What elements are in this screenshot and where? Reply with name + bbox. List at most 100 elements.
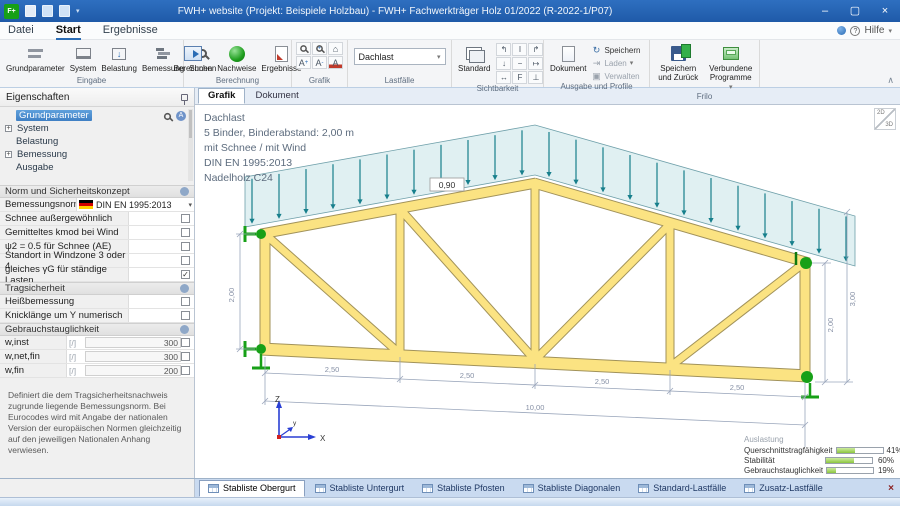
utilization-bar	[825, 457, 873, 464]
system-button[interactable]: System	[68, 42, 99, 74]
visibility-toggle-icon[interactable]: I	[512, 43, 527, 56]
speichern-zurueck-button[interactable]: Speichern und Zurück	[654, 42, 703, 83]
utilization-row: Querschnittstragfähigkeit 41%	[744, 445, 894, 455]
visibility-toggle-icon[interactable]: ↱	[528, 43, 543, 56]
help-label[interactable]: Hilfe	[864, 25, 884, 36]
expand-icon[interactable]: +	[5, 125, 12, 132]
tab-stabliste-obergurt[interactable]: Stabliste Obergurt	[199, 480, 305, 497]
tree-item-bemessung[interactable]: +Bemessung	[4, 148, 194, 161]
tree-item-belastung[interactable]: Belastung	[4, 135, 194, 148]
profil-speichern-button[interactable]: ↻Speichern	[591, 44, 640, 56]
section-collapse-icon[interactable]	[180, 284, 189, 293]
w-inst-checkbox[interactable]	[181, 338, 190, 347]
zoom-icon[interactable]	[296, 42, 311, 55]
ribbon-group-berechnung: Berechnen Nachweise Ergebnisse Berechnun…	[184, 40, 292, 87]
tree-item-system[interactable]: +System	[4, 122, 194, 135]
tree-a-icon[interactable]: A	[176, 111, 186, 121]
tab-dokument[interactable]: Dokument	[245, 88, 308, 104]
graphics-canvas[interactable]: Dachlast 5 Binder, Binderabstand: 2,00 m…	[195, 105, 900, 478]
font-larger-icon[interactable]: A+	[296, 56, 311, 69]
windzone-checkbox[interactable]	[181, 256, 190, 265]
svg-text:2,00: 2,00	[227, 288, 236, 303]
ribbon-collapse-icon[interactable]: ∧	[887, 75, 894, 86]
zoom-in-icon[interactable]: +	[312, 42, 327, 55]
visibility-toggle-icon[interactable]: ↔	[496, 71, 511, 84]
help-icon[interactable]: ?	[850, 26, 860, 36]
tree-scrollbar[interactable]	[188, 109, 193, 181]
ribbon-group-lastfaelle: Dachlast ▾ Lastfälle	[348, 40, 452, 87]
svg-text:2,50: 2,50	[460, 371, 475, 380]
tab-stabliste-diagonalen[interactable]: Stabliste Diagonalen	[515, 480, 629, 497]
belastung-icon: ↓	[112, 48, 126, 60]
section-collapse-icon[interactable]	[180, 325, 189, 334]
grundparameter-button[interactable]: Grundparameter	[4, 42, 67, 74]
heissbemessung-checkbox[interactable]	[181, 297, 190, 306]
minimize-button[interactable]: –	[810, 0, 840, 22]
standard-view-button[interactable]: Standard	[456, 42, 492, 74]
home-view-icon[interactable]: ⌂	[328, 42, 343, 55]
ribbon-group-sichtbarkeit: Standard ↰ I ↱ ↓ − ↦ ↔ F ⊥ Sichtbarkeit	[452, 40, 544, 87]
w-net-fin-checkbox[interactable]	[181, 352, 190, 361]
w-fin-input[interactable]: 200	[85, 365, 181, 376]
pin-icon[interactable]	[181, 94, 188, 101]
help-caret-icon[interactable]: ▾	[888, 27, 892, 35]
w-inst-input[interactable]: 300	[85, 337, 181, 348]
german-flag-icon	[79, 200, 93, 209]
maximize-button[interactable]: ▢	[840, 0, 870, 22]
w-fin-checkbox[interactable]	[181, 366, 190, 375]
belastung-button[interactable]: ↓Belastung	[99, 42, 139, 74]
bemessungsnorm-select[interactable]: DIN EN 1995:2013 ▾	[76, 198, 194, 211]
profil-laden-button[interactable]: ⇥Laden▾	[591, 57, 640, 69]
table-icon	[208, 484, 219, 493]
visibility-toggle-icon[interactable]: ⊥	[528, 71, 543, 84]
row-knicklaenge: Knicklänge um Y numerisch	[0, 309, 194, 323]
tab-stabliste-pfosten[interactable]: Stabliste Pfosten	[414, 480, 513, 497]
schnee-checkbox[interactable]	[181, 214, 190, 223]
font-color-icon[interactable]: A	[328, 56, 343, 69]
load-value-label: 0,90	[439, 180, 456, 190]
tab-ergebnisse[interactable]: Ergebnisse	[103, 22, 158, 40]
dokument-button[interactable]: Dokument	[548, 42, 588, 74]
tab-zusatz-lastfaelle[interactable]: Zusatz-Lastfälle	[736, 480, 831, 497]
section-norm[interactable]: Norm und Sicherheitskonzept	[0, 185, 194, 198]
visibility-toggle-icon[interactable]: ↰	[496, 43, 511, 56]
tree-search-icon[interactable]	[164, 112, 171, 119]
tree-item-ausgabe[interactable]: Ausgabe	[4, 161, 194, 174]
lastfall-select[interactable]: Dachlast ▾	[354, 48, 446, 65]
visibility-toggle-icon[interactable]: ↓	[496, 57, 511, 70]
knicklaenge-checkbox[interactable]	[181, 311, 190, 320]
menu-bar: Datei Start Ergebnisse ? Hilfe ▾	[0, 22, 900, 40]
info-line: Nadelholz C24	[204, 171, 354, 186]
grundparameter-icon	[28, 48, 43, 59]
section-gebrauchstauglichkeit[interactable]: Gebrauchstauglichkeit	[0, 323, 194, 336]
kmod-checkbox[interactable]	[181, 228, 190, 237]
tab-start[interactable]: Start	[56, 22, 81, 40]
close-panel-icon[interactable]: ×	[888, 483, 894, 494]
tab-grafik[interactable]: Grafik	[198, 88, 245, 104]
font-smaller-icon[interactable]: A-	[312, 56, 327, 69]
section-collapse-icon[interactable]	[180, 187, 189, 196]
svg-text:Z: Z	[275, 395, 280, 404]
model-info-block: Dachlast 5 Binder, Binderabstand: 2,00 m…	[204, 111, 354, 186]
ribbon-group-eingabe: Grundparameter System ↓Belastung Bemessu…	[0, 40, 184, 87]
close-button[interactable]: ×	[870, 0, 900, 22]
section-tragsicherheit[interactable]: Tragsicherheit	[0, 282, 194, 295]
svg-text:3,00: 3,00	[848, 292, 857, 307]
svg-text:2,50: 2,50	[325, 365, 340, 374]
properties-tree: Grundparameter +System Belastung +Bemess…	[0, 107, 194, 185]
nachweise-button[interactable]: Nachweise	[215, 42, 258, 74]
w-net-fin-input[interactable]: 300	[85, 351, 181, 362]
psi2-checkbox[interactable]	[181, 242, 190, 251]
verbundene-programme-button[interactable]: Verbundene Programme ▾	[707, 42, 756, 92]
profil-verwalten-button[interactable]: ▣Verwalten	[591, 70, 640, 82]
gamma-g-checkbox[interactable]: ✓	[181, 270, 190, 279]
visibility-toggle-icon[interactable]: −	[512, 57, 527, 70]
tab-stabliste-untergurt[interactable]: Stabliste Untergurt	[307, 480, 413, 497]
tab-datei[interactable]: Datei	[8, 22, 34, 40]
tab-standard-lastfaelle[interactable]: Standard-Lastfälle	[630, 480, 734, 497]
2d-3d-toggle[interactable]: 2D 3D	[874, 108, 896, 130]
expand-icon[interactable]: +	[5, 151, 12, 158]
visibility-toggle-icon[interactable]: ↦	[528, 57, 543, 70]
visibility-toggle-icon[interactable]: F	[512, 71, 527, 84]
bemessung-icon	[156, 48, 171, 59]
